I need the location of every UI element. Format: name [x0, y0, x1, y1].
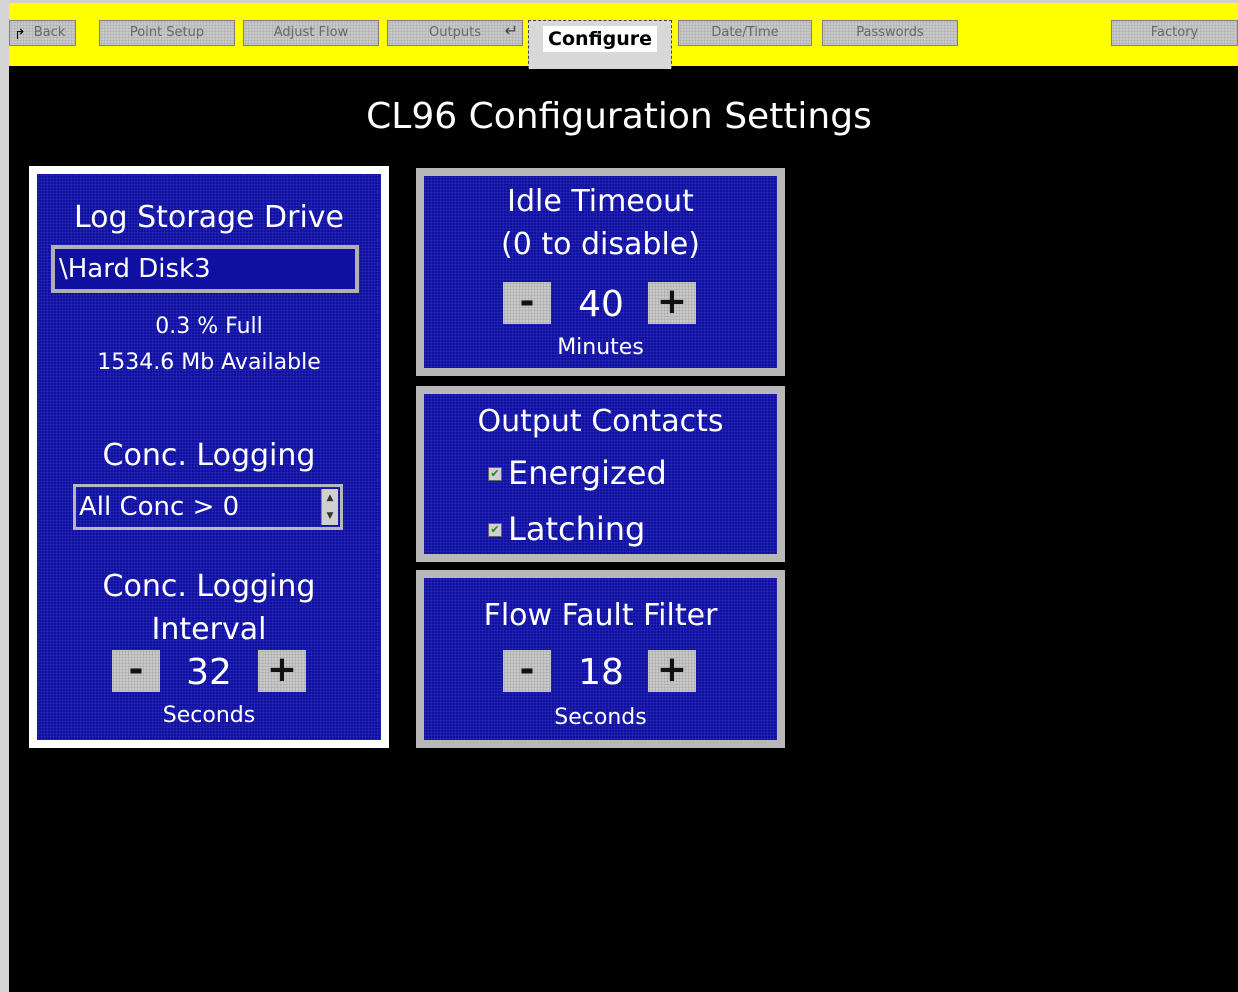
tab-adjust-flow-label: Adjust Flow: [273, 25, 349, 40]
energized-label[interactable]: Energized: [508, 454, 667, 492]
energized-checkbox[interactable]: ✔: [488, 467, 502, 481]
conc-logging-title: Conc. Logging: [102, 438, 316, 473]
tab-passwords-label: Passwords: [856, 25, 924, 40]
available-text: 1534.6 Mb Available: [97, 350, 321, 375]
tab-point-setup-label: Point Setup: [129, 25, 205, 40]
flow-fault-panel: Flow Fault Filter - 18 + Seconds: [416, 570, 785, 748]
tab-adjust-flow[interactable]: Adjust Flow: [243, 20, 379, 46]
spin-up-icon[interactable]: ▲: [322, 489, 338, 507]
tab-point-setup[interactable]: Point Setup: [99, 20, 235, 46]
enter-icon: ↵: [504, 21, 518, 40]
back-label: Back: [33, 25, 66, 40]
tab-configure[interactable]: Configure: [528, 20, 672, 69]
output-contacts-panel: Output Contacts ✔ Energized ✔ Latching: [416, 386, 785, 562]
conc-logging-select[interactable]: All Conc > 0 ▲ ▼: [73, 484, 343, 530]
flow-fault-unit: Seconds: [554, 705, 647, 730]
spin-down-icon[interactable]: ▼: [322, 507, 338, 525]
tab-date-time[interactable]: Date/Time: [678, 20, 812, 46]
interval-title-line1: Conc. Logging: [102, 569, 316, 604]
page-title: CL96 Configuration Settings: [366, 96, 872, 137]
flow-fault-minus-button[interactable]: -: [503, 650, 551, 692]
interval-value: 32: [186, 652, 232, 693]
conc-logging-value: All Conc > 0: [79, 492, 240, 522]
tab-outputs-label: Outputs: [429, 25, 481, 40]
back-button[interactable]: ↱ Back: [9, 20, 76, 46]
output-contacts-title: Output Contacts: [477, 404, 724, 439]
log-storage-title: Log Storage Drive: [73, 200, 344, 235]
interval-plus-button[interactable]: +: [258, 650, 306, 692]
tab-factory[interactable]: Factory: [1111, 20, 1238, 46]
idle-plus-button[interactable]: +: [648, 282, 696, 324]
interval-minus-button[interactable]: -: [112, 650, 160, 692]
flow-fault-value: 18: [578, 652, 624, 693]
tab-outputs[interactable]: Outputs ↵: [387, 20, 523, 46]
spin-buttons[interactable]: ▲ ▼: [321, 489, 338, 525]
idle-timeout-title-line2: (0 to disable): [501, 227, 700, 262]
latching-label[interactable]: Latching: [508, 510, 645, 548]
idle-timeout-unit: Minutes: [557, 335, 644, 360]
idle-timeout-panel: Idle Timeout (0 to disable) - 40 + Minut…: [416, 168, 785, 376]
flow-fault-title: Flow Fault Filter: [483, 598, 718, 633]
latching-checkbox[interactable]: ✔: [488, 523, 502, 537]
idle-minus-button[interactable]: -: [503, 282, 551, 324]
tab-passwords[interactable]: Passwords: [822, 20, 958, 46]
idle-timeout-title-line1: Idle Timeout: [507, 184, 694, 219]
left-window-edge: [0, 0, 9, 992]
percent-full-text: 0.3 % Full: [155, 314, 263, 339]
tab-date-time-label: Date/Time: [711, 25, 779, 40]
top-toolbar: ↱ Back Point Setup Adjust Flow Outputs ↵…: [9, 0, 1238, 69]
interval-title-line2: Interval: [151, 612, 267, 647]
interval-unit: Seconds: [162, 703, 256, 728]
tab-configure-label: Configure: [543, 26, 657, 52]
back-arrow-icon: ↱: [14, 27, 26, 43]
idle-timeout-value: 40: [578, 284, 624, 325]
log-drive-field[interactable]: \Hard Disk3: [51, 245, 359, 293]
flow-fault-plus-button[interactable]: +: [648, 650, 696, 692]
log-storage-panel: Log Storage Drive \Hard Disk3 0.3 % Full…: [29, 166, 389, 748]
tab-factory-label: Factory: [1150, 25, 1199, 40]
